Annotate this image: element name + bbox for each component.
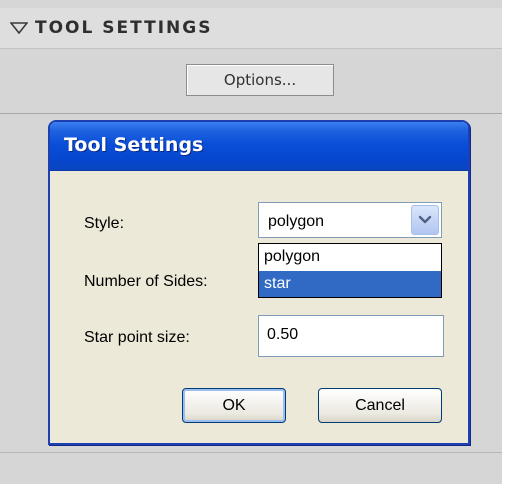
panel-divider-bottom: [0, 452, 502, 453]
triangle-down-icon[interactable]: [9, 21, 29, 35]
panel-title: TOOL SETTINGS: [35, 18, 213, 38]
ok-button[interactable]: OK: [182, 388, 286, 423]
chevron-down-icon[interactable]: [411, 205, 439, 235]
panel-header[interactable]: TOOL SETTINGS: [0, 8, 502, 49]
dialog-titlebar[interactable]: Tool Settings: [50, 122, 468, 171]
tool-settings-dialog: Tool Settings Style: polygon polygon sta…: [48, 120, 470, 445]
number-of-sides-label: Number of Sides:: [84, 273, 208, 290]
dropdown-option-polygon[interactable]: polygon: [259, 244, 441, 270]
cancel-button[interactable]: Cancel: [318, 388, 442, 423]
style-dropdown-list: polygon star: [258, 243, 442, 298]
star-point-size-label: Star point size:: [84, 329, 190, 346]
style-select[interactable]: polygon: [258, 202, 442, 238]
star-point-size-field[interactable]: [258, 315, 444, 357]
options-button[interactable]: Options...: [186, 64, 334, 96]
dialog-title: Tool Settings: [64, 134, 204, 156]
dropdown-option-star[interactable]: star: [259, 271, 441, 297]
panel-divider: [0, 113, 502, 114]
style-label: Style:: [84, 215, 125, 232]
star-point-size-input[interactable]: [267, 326, 427, 344]
style-select-value: polygon: [268, 213, 325, 230]
